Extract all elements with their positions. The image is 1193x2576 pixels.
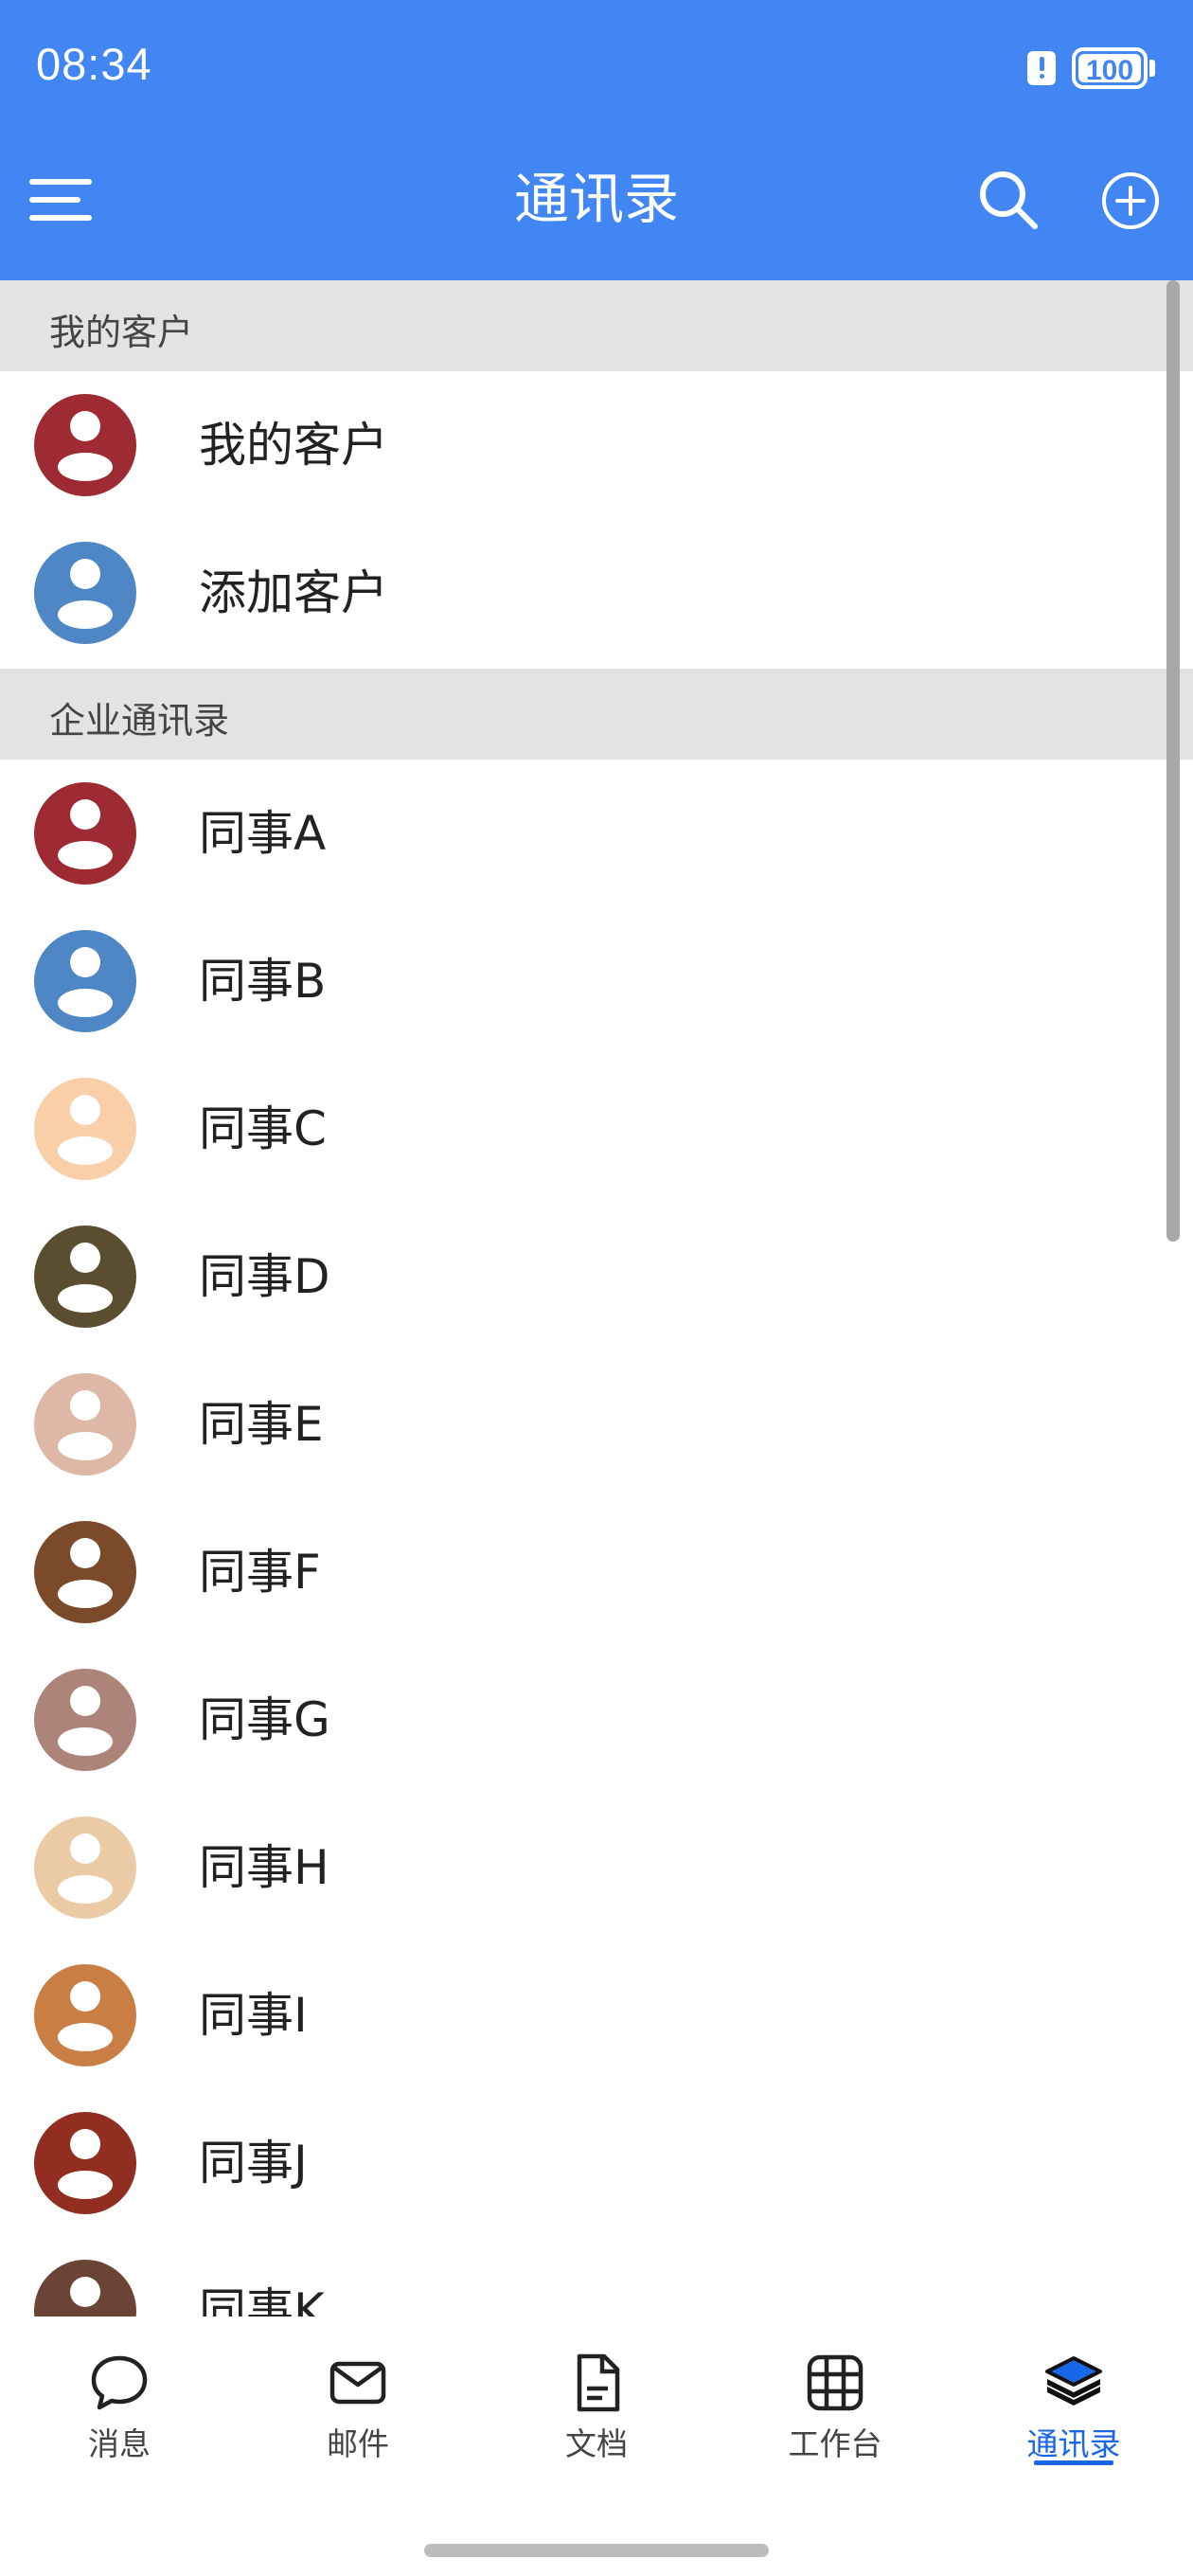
tab-label: 邮件 xyxy=(327,2425,389,2462)
avatar-icon xyxy=(34,1373,136,1476)
tab-label: 工作台 xyxy=(788,2425,882,2462)
list-item[interactable]: 同事A xyxy=(0,760,1193,907)
list-item[interactable]: 同事B xyxy=(0,907,1193,1055)
list-item[interactable]: 同事G xyxy=(0,1646,1193,1794)
add-icon[interactable] xyxy=(1100,170,1161,231)
tab-contacts[interactable]: 通讯录 xyxy=(954,2352,1193,2513)
grid-icon xyxy=(807,2354,864,2411)
list-item[interactable]: 同事H xyxy=(0,1794,1193,1941)
list-item-label: 同事J xyxy=(199,2136,308,2191)
list-item[interactable]: 同事I xyxy=(0,1941,1193,2089)
list-item[interactable]: 同事D xyxy=(0,1203,1193,1351)
avatar-icon xyxy=(34,1225,136,1328)
home-indicator[interactable] xyxy=(424,2544,769,2557)
tab-workbench[interactable]: 工作台 xyxy=(716,2352,954,2513)
list-item-label: 同事A xyxy=(199,806,327,861)
document-icon xyxy=(577,2353,620,2412)
avatar-icon xyxy=(34,2260,136,2317)
list-item-label: 同事K xyxy=(199,2283,325,2317)
avatar-icon xyxy=(34,1964,136,2066)
active-tab-indicator xyxy=(1034,2460,1113,2465)
list-item-label: 同事G xyxy=(199,1692,330,1747)
mail-icon xyxy=(329,2361,386,2405)
chat-bubble-icon xyxy=(91,2355,148,2410)
battery-level: 100 xyxy=(1085,55,1134,86)
list-item-label: 我的客户 xyxy=(199,418,388,473)
list-item-label: 添加客户 xyxy=(199,565,388,620)
top-app-bar: 08:34 100 通讯录 xyxy=(0,0,1193,280)
list-item-label: 同事C xyxy=(199,1101,327,1156)
list-item[interactable]: 同事E xyxy=(0,1351,1193,1498)
list-item-label: 同事F xyxy=(199,1545,321,1600)
section-header: 我的客户 xyxy=(0,280,1193,371)
search-icon[interactable] xyxy=(977,169,1040,231)
avatar-icon xyxy=(34,542,136,644)
tab-docs[interactable]: 文档 xyxy=(477,2352,716,2513)
list-item-label: 同事D xyxy=(199,1249,330,1304)
battery-tip xyxy=(1149,60,1155,77)
tab-label: 通讯录 xyxy=(1026,2425,1121,2462)
layers-icon xyxy=(1045,2356,1102,2406)
avatar-icon xyxy=(34,1669,136,1771)
avatar-icon xyxy=(34,1816,136,1919)
avatar-icon xyxy=(34,1078,136,1180)
section-header: 企业通讯录 xyxy=(0,669,1193,760)
list-item-label: 同事B xyxy=(199,954,327,1009)
section-title: 企业通讯录 xyxy=(49,700,230,742)
alert-icon xyxy=(1027,51,1056,85)
avatar-icon xyxy=(34,2112,136,2214)
section-title: 我的客户 xyxy=(49,312,194,353)
list-item[interactable]: 同事K xyxy=(0,2237,1193,2317)
bottom-navigation: 消息 邮件 文档 工作台 通讯录 xyxy=(0,2317,1193,2576)
tab-mail[interactable]: 邮件 xyxy=(239,2352,477,2513)
list-item[interactable]: 同事J xyxy=(0,2089,1193,2237)
tab-label: 文档 xyxy=(565,2425,628,2462)
tab-label: 消息 xyxy=(88,2425,151,2462)
tab-messages[interactable]: 消息 xyxy=(0,2352,239,2513)
list-item[interactable]: 同事F xyxy=(0,1498,1193,1646)
list-item[interactable]: 添加客户 xyxy=(0,519,1193,667)
status-time: 08:34 xyxy=(36,39,152,89)
list-item[interactable]: 我的客户 xyxy=(0,371,1193,519)
battery-icon: 100 xyxy=(1072,47,1148,89)
avatar-icon xyxy=(34,930,136,1032)
avatar-icon xyxy=(34,1521,136,1623)
avatar-icon xyxy=(34,782,136,885)
scrollbar[interactable] xyxy=(1166,280,1180,1242)
avatar-icon xyxy=(34,394,136,496)
list-item-label: 同事H xyxy=(199,1840,329,1895)
list-item-label: 同事E xyxy=(199,1397,324,1452)
list-item[interactable]: 同事C xyxy=(0,1055,1193,1203)
list-item-label: 同事I xyxy=(199,1988,308,2043)
contact-list[interactable]: 我的客户 我的客户 添加客户 企业通讯录 同事A 同事B 同事C 同事D 同事E… xyxy=(0,280,1193,2317)
